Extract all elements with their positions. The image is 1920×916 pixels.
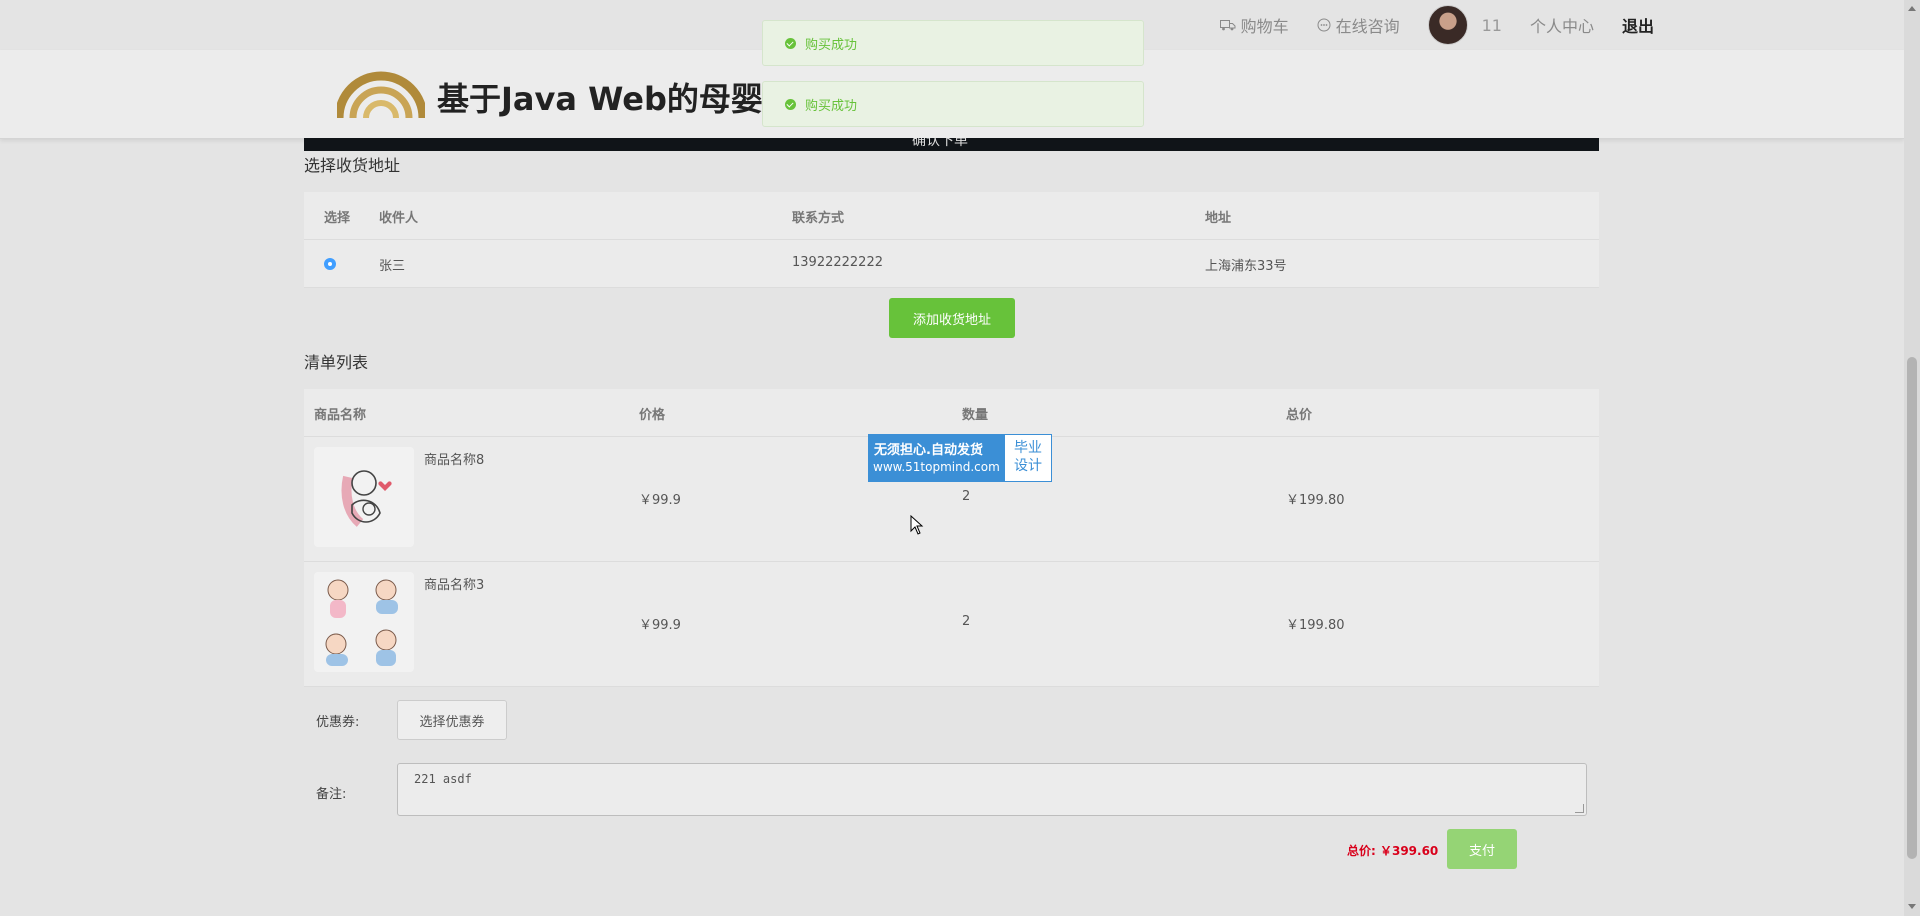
product-quantity: 2 (962, 489, 971, 504)
note-label: 备注: (316, 787, 347, 802)
cart-link[interactable]: 购物车 (1219, 13, 1289, 37)
consult-link[interactable]: 在线咨询 (1317, 13, 1400, 37)
watermark-url: www.51topmind.com (873, 460, 1000, 474)
product-image[interactable] (314, 447, 414, 547)
column-header: 联系方式 (792, 211, 845, 226)
watermark-right2: 设计 (1014, 458, 1042, 474)
address-radio[interactable] (324, 258, 336, 270)
product-image[interactable] (314, 572, 414, 672)
scrollbar-thumb[interactable] (1907, 357, 1917, 859)
address-table-header: 选择 收件人 联系方式 地址 (304, 192, 1599, 240)
address-row[interactable]: 张三 13922222222 上海浦东33号 (304, 240, 1599, 288)
add-address-button[interactable]: 添加收货地址 (889, 298, 1015, 338)
chat-icon (1317, 18, 1331, 32)
avatar[interactable] (1427, 5, 1468, 45)
babies-icon (325, 579, 398, 666)
recipient-address: 上海浦东33号 (1205, 259, 1287, 274)
user-menu[interactable]: 11 (1427, 5, 1502, 45)
select-coupon-button[interactable]: 选择优惠券 (397, 700, 507, 740)
truck-icon (1219, 20, 1236, 31)
pay-button[interactable]: 支付 (1447, 829, 1517, 869)
address-table: 选择 收件人 联系方式 地址 张三 13922222222 上海浦东33号 (304, 192, 1599, 288)
coupon-label: 优惠券: (316, 715, 360, 730)
scroll-down-icon[interactable] (1908, 904, 1916, 909)
consult-link-label: 在线咨询 (1335, 17, 1400, 36)
column-header: 数量 (962, 408, 989, 423)
recipient-name: 张三 (379, 259, 406, 274)
check-circle-icon (785, 37, 796, 49)
watermark-line1: 无须担心.自动发货 (874, 443, 983, 458)
user-number: 11 (1481, 15, 1502, 35)
cart-section-title: 清单列表 (304, 353, 369, 372)
cart-row[interactable]: 商品名称3 ￥99.9 2 ￥199.80 (304, 562, 1599, 687)
success-toast: 购买成功 (762, 81, 1144, 127)
page-heading-bar: 确认下单 (304, 138, 1599, 151)
address-section-title: 选择收货地址 (304, 156, 401, 175)
toast-message: 购买成功 (805, 98, 858, 114)
watermark-right1: 毕业 (1014, 440, 1042, 456)
top-nav: 购物车 在线咨询 11 个人中心 退出 (1192, 5, 1654, 45)
column-header: 总价 (1286, 408, 1313, 423)
watermark-badge: 无须担心.自动发货 www.51topmind.com 毕业 设计 (868, 434, 1052, 482)
product-price: ￥99.9 (639, 493, 681, 508)
column-header: 选择 (324, 211, 351, 226)
cart-link-label: 购物车 (1240, 17, 1289, 36)
mouse-cursor-icon (910, 515, 924, 535)
check-circle-icon (785, 98, 796, 110)
logout-link[interactable]: 退出 (1622, 13, 1654, 37)
product-quantity: 2 (962, 614, 971, 629)
page-scrollbar[interactable] (1904, 0, 1920, 916)
product-price: ￥99.9 (639, 618, 681, 633)
profile-link-label: 个人中心 (1529, 17, 1594, 36)
recipient-phone: 13922222222 (792, 255, 883, 270)
column-header: 价格 (639, 408, 666, 423)
order-total: 总价: ￥399.60 (1347, 844, 1439, 858)
note-value: 221 asdf (414, 772, 472, 786)
note-textarea[interactable]: 221 asdf (397, 763, 1587, 816)
product-total: ￥199.80 (1286, 618, 1345, 633)
column-header: 地址 (1205, 211, 1232, 226)
product-total: ￥199.80 (1286, 493, 1345, 508)
resize-handle[interactable] (1575, 804, 1584, 813)
product-name[interactable]: 商品名称3 (424, 574, 484, 593)
page-heading: 确认下单 (912, 138, 968, 149)
mother-baby-icon (341, 470, 392, 527)
toast-message: 购买成功 (805, 37, 858, 53)
success-toast: 购买成功 (762, 20, 1144, 66)
column-header: 商品名称 (314, 408, 367, 423)
cart-table-header: 商品名称 价格 数量 总价 (304, 389, 1599, 437)
profile-link[interactable]: 个人中心 (1530, 13, 1594, 37)
column-header: 收件人 (379, 211, 419, 226)
rainbow-logo-icon[interactable] (337, 68, 425, 120)
product-name[interactable]: 商品名称8 (424, 449, 484, 468)
scroll-up-icon[interactable] (1908, 6, 1916, 11)
